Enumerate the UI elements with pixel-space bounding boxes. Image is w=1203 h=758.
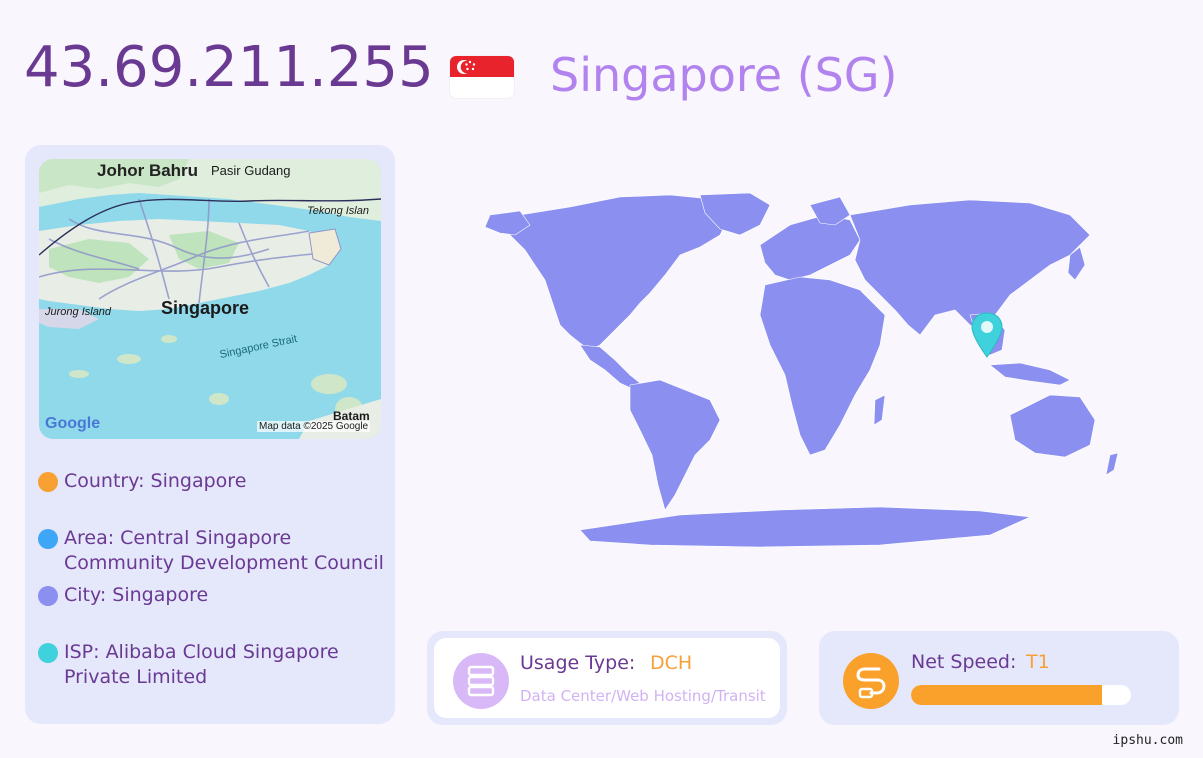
usage-type-description: Data Center/Web Hosting/Transit [520,687,766,705]
net-speed-card: Net Speed: T1 [819,631,1179,725]
speed-icon [843,653,899,709]
area-text: Area: Central Singapore Community Develo… [64,527,384,574]
info-area: Area: Central Singapore Community Develo… [38,526,384,576]
net-speed-bar-fill [911,685,1103,705]
site-watermark: ipshu.com [1112,733,1183,748]
country-dot-icon [38,472,58,492]
usage-type-label: Usage Type: [520,652,636,674]
ip-address: 43.69.211.255 [24,35,434,100]
net-speed-bar [911,685,1131,705]
google-logo: Google [45,415,101,432]
usage-type-value: DCH [650,652,693,674]
net-speed-value: T1 [1026,651,1050,673]
map-attribution: Map data ©2025 Google [257,421,371,432]
world-map [484,192,1119,548]
map-label-jurong-island: Jurong Island [45,306,112,318]
info-city: City: Singapore [38,583,394,608]
city-text: City: Singapore [64,584,209,606]
info-isp: ISP: Alibaba Cloud Singapore Private Lim… [38,640,354,690]
map-label-pasir-gudang: Pasir Gudang [211,163,291,178]
location-minimap[interactable]: Johor Bahru Pasir Gudang Tekong Islan Ju… [39,159,381,439]
area-dot-icon [38,529,58,549]
map-label-johor-bahru: Johor Bahru [97,161,199,180]
net-speed-label: Net Speed: [911,651,1017,673]
country-title: Singapore (SG) [550,48,898,102]
country-text: Country: Singapore [64,470,247,492]
isp-text: ISP: Alibaba Cloud Singapore Private Lim… [64,641,339,688]
info-country: Country: Singapore [38,469,394,494]
map-label-tekong: Tekong Islan [307,205,369,217]
isp-dot-icon [38,643,58,663]
usage-type-card: Usage Type: DCH Data Center/Web Hosting/… [427,631,787,725]
map-label-singapore: Singapore [161,298,250,318]
city-dot-icon [38,586,58,606]
server-icon [453,653,509,709]
location-info-panel: Johor Bahru Pasir Gudang Tekong Islan Ju… [25,145,395,724]
usage-type-inner: Usage Type: DCH Data Center/Web Hosting/… [434,638,780,718]
singapore-flag-icon [450,56,514,98]
